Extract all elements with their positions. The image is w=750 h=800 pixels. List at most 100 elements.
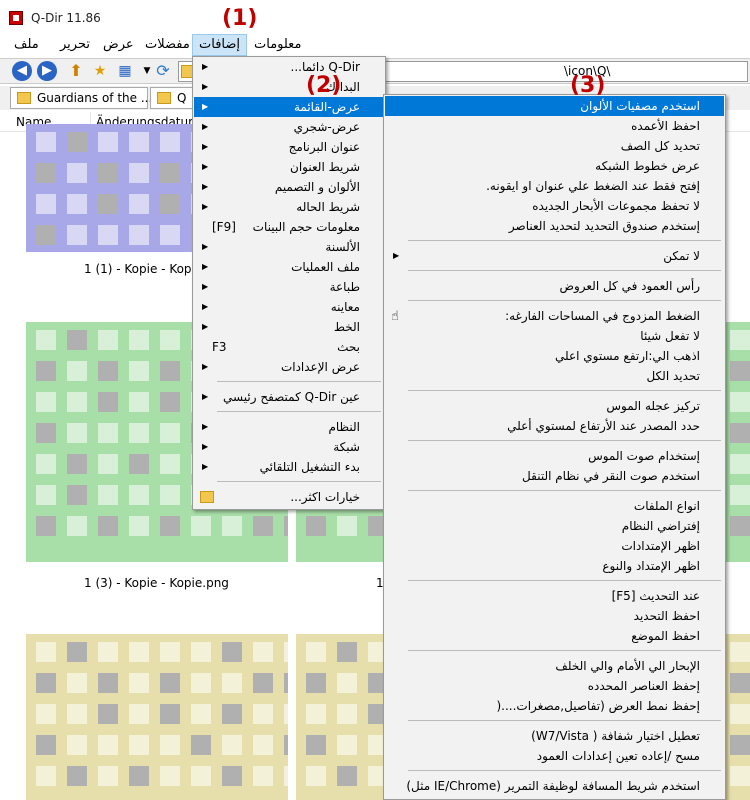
menu1-item-label: معلومات حجم البينات <box>252 220 360 234</box>
menu1-item-12[interactable]: معاينه ▶ <box>194 297 384 317</box>
menu2-item-26[interactable]: إحفظ نمط العرض (تفاصيل,مصغرات....( <box>385 696 724 716</box>
menu2-item-27[interactable]: تعطيل اختيار شفافة ( W7/Vista) <box>385 726 724 746</box>
menu1-item-16[interactable]: عين Q-Dir كمتصفح رئيسي ▶ <box>194 387 384 407</box>
menu-edit[interactable]: تحرير <box>54 34 96 56</box>
menu2-item-12[interactable]: تحديد الكل <box>385 366 724 386</box>
pixel-cell <box>284 673 288 693</box>
pixel-cell <box>730 642 750 662</box>
menu1-item-7[interactable]: شريط الحاله ▶ <box>194 197 384 217</box>
pixel-cell <box>98 704 118 724</box>
menu1-item-9[interactable]: الألسنة ▶ <box>194 237 384 257</box>
pixel-cell <box>253 516 273 536</box>
menu2-item-label: إستخدام صوت الموس <box>588 449 700 463</box>
menu2-item-16[interactable]: استخدم صوت النقر في نظام التنقل <box>385 466 724 486</box>
menu2-item-29[interactable]: استخدم شريط المسافة لوظيفة التمرير (IE/C… <box>385 776 724 796</box>
menu-extras[interactable]: إضافات <box>192 34 248 56</box>
pixel-cell <box>222 704 242 724</box>
pixel-cell <box>160 132 180 152</box>
menu1-item-18[interactable]: شبكة ▶ <box>194 437 384 457</box>
app-icon <box>9 11 23 25</box>
menu1-item-5[interactable]: شريط العنوان ▶ <box>194 157 384 177</box>
menu2-item-15[interactable]: إستخدام صوت الموس <box>385 446 724 466</box>
pixel-cell <box>98 392 118 412</box>
menu2-item-10[interactable]: لا تفعل شيئا <box>385 326 724 346</box>
pixel-cell <box>306 766 326 786</box>
pixel-cell <box>730 361 750 381</box>
menu2-item-4[interactable]: إفتح فقط عند الضغط علي عنوان او ايقونه. <box>385 176 724 196</box>
menu-separator <box>217 481 381 482</box>
menu2-item-7[interactable]: لا تمكن ▶ <box>385 246 724 266</box>
menu2-item-28[interactable]: مسح /إعاده تعين إعدادات العمود <box>385 746 724 766</box>
menu2-item-18[interactable]: إفتراضي النظام <box>385 516 724 536</box>
file-thumbnail[interactable] <box>296 634 396 800</box>
menu-info[interactable]: معلومات <box>248 34 307 56</box>
menu2-item-19[interactable]: اظهر الإمتدادات <box>385 536 724 556</box>
menu2-item-25[interactable]: إحفظ العناصر المحدده <box>385 676 724 696</box>
menu1-item-2[interactable]: عرض-القائمة ▶ <box>194 97 384 117</box>
menu1-item-1[interactable]: البدا ك.. ▶ <box>194 77 384 97</box>
pixel-cell <box>337 735 357 755</box>
menu1-item-20[interactable]: خيارات اكثر... <box>194 487 384 507</box>
file-thumbnail[interactable] <box>26 634 288 800</box>
menu2-item-17[interactable]: انواع الملفات <box>385 496 724 516</box>
menu2-item-20[interactable]: اظهر الإمتداد والنوع <box>385 556 724 576</box>
submenu-arrow-icon: ▶ <box>202 162 209 171</box>
menu2-item-9[interactable]: الضغط المزدوج في المساحات الفارغه: ☝ <box>385 306 724 326</box>
up-level-icon[interactable]: ⬆ <box>66 61 86 81</box>
menu1-item-3[interactable]: عرض-شجري ▶ <box>194 117 384 137</box>
view-mode-icon[interactable]: ▦ <box>115 61 135 81</box>
menu2-item-label: استخدم مصفيات الألوان <box>580 99 700 113</box>
menu1-item-label: شريط الحاله <box>296 200 360 214</box>
pixel-cell <box>222 735 242 755</box>
pixel-cell <box>222 766 242 786</box>
menu2-item-21[interactable]: عند التحديث [F5] <box>385 586 724 606</box>
menu2-item-22[interactable]: احفظ التحديد <box>385 606 724 626</box>
menu2-item-23[interactable]: احفظ الموضع <box>385 626 724 646</box>
menu2-item-label: إستخدم صندوق التحديد لتحديد العناصر <box>508 219 700 233</box>
menu-favorites[interactable]: مفضلات <box>139 34 196 56</box>
menu1-item-15[interactable]: عرض الإعدادات ▶ <box>194 357 384 377</box>
pixel-cell <box>129 163 149 183</box>
menu2-item-11[interactable]: اذهب الي:ارتفع مستوي اعلي <box>385 346 724 366</box>
menu-file[interactable]: ملف <box>8 34 45 56</box>
menu2-item-2[interactable]: تحديد كل الصف <box>385 136 724 156</box>
file-caption[interactable]: 1 (3) - Kopie - Kopie.png <box>84 576 229 590</box>
menu1-item-0[interactable]: Q-Dir دائما... ▶ <box>194 57 384 77</box>
refresh-icon[interactable]: ⟳ <box>153 61 173 81</box>
back-icon[interactable]: ◀ <box>12 61 32 81</box>
pixel-cell <box>36 454 56 474</box>
menu2-item-0[interactable]: استخدم مصفيات الألوان <box>385 96 724 116</box>
menu2-item-label: احفظ الموضع <box>631 629 700 643</box>
tab-guardians[interactable]: Guardians of the ... <box>10 87 152 109</box>
menu1-item-4[interactable]: عنوان البرنامج ▶ <box>194 137 384 157</box>
menu1-item-14[interactable]: بحث F3 <box>194 337 384 357</box>
menu2-item-14[interactable]: حدد المصدر عند الأرتفاع لمستوي أعلي <box>385 416 724 436</box>
menu1-item-6[interactable]: الألوان و التصميم ▶ <box>194 177 384 197</box>
forward-icon[interactable]: ▶ <box>37 61 57 81</box>
menu1-item-label: النظام <box>328 420 360 434</box>
menu-separator <box>217 381 381 382</box>
menu1-item-13[interactable]: الخط ▶ <box>194 317 384 337</box>
menu1-item-17[interactable]: النظام ▶ <box>194 417 384 437</box>
menu2-item-3[interactable]: عرض خطوط الشبكه <box>385 156 724 176</box>
menu2-item-label: الضغط المزدوج في المساحات الفارغه: <box>505 309 700 323</box>
new-folder-icon[interactable]: ★ <box>90 61 110 81</box>
menu1-item-8[interactable]: معلومات حجم البينات [F9] <box>194 217 384 237</box>
menu2-item-label: تحديد الكل <box>646 369 700 383</box>
menu-view[interactable]: عرض <box>97 34 140 56</box>
tab-q[interactable]: Q <box>150 87 196 109</box>
menu2-item-24[interactable]: الإبحار الي الأمام والي الخلف <box>385 656 724 676</box>
pixel-cell <box>98 225 118 245</box>
menu2-item-1[interactable]: احفظ الأعمده <box>385 116 724 136</box>
menu2-item-13[interactable]: تركيز عجله الموس <box>385 396 724 416</box>
menu1-item-11[interactable]: طباعة ▶ <box>194 277 384 297</box>
menu1-item-19[interactable]: بدء التشغيل التلقائي ▶ <box>194 457 384 477</box>
menu1-item-10[interactable]: ملف العمليات ▶ <box>194 257 384 277</box>
menu2-item-6[interactable]: إستخدم صندوق التحديد لتحديد العناصر <box>385 216 724 236</box>
menu2-item-label: لا تمكن <box>663 249 700 263</box>
menu2-item-8[interactable]: رأس العمود في كل العروض <box>385 276 724 296</box>
menu2-item-5[interactable]: لا تحفظ مجموعات الأبحار الجديده <box>385 196 724 216</box>
pixel-cell <box>253 673 273 693</box>
pixel-cell <box>67 642 87 662</box>
pixel-cell <box>67 132 87 152</box>
